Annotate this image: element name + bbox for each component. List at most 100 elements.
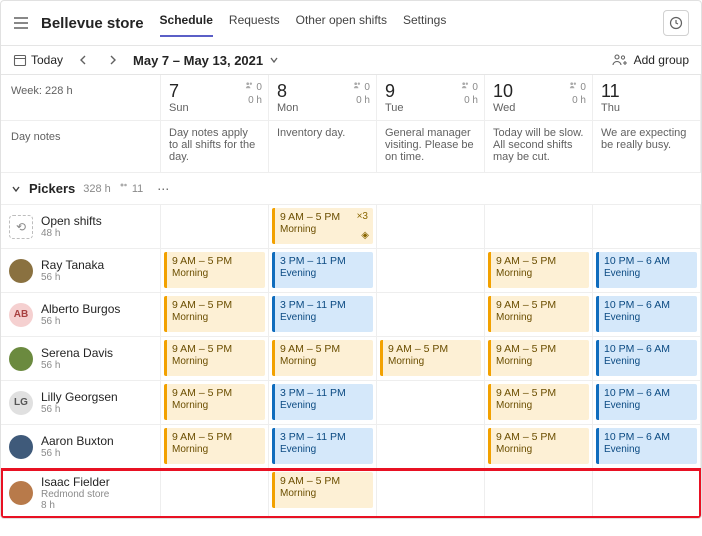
shift-evening[interactable]: 3 PM – 11 PM Evening [272, 384, 373, 420]
daynote-cell[interactable]: Today will be slow. All second shifts ma… [485, 121, 593, 173]
clock-button[interactable] [663, 10, 689, 36]
tab-other-open-shifts[interactable]: Other open shifts [296, 9, 387, 37]
person-cell[interactable]: LG Lilly Georgsen 56 h [1, 381, 161, 425]
schedule-cell[interactable]: 9 AM – 5 PM Morning [269, 337, 377, 381]
shift-evening[interactable]: 10 PM – 6 AM Evening [596, 296, 697, 332]
schedule-grid: Week: 228 h 7 Sun 00 h 8 Mon 00 h 9 Tue … [1, 75, 701, 518]
shift-time: 9 AM – 5 PM [172, 431, 260, 444]
schedule-cell[interactable]: 10 PM – 6 AM Evening [593, 249, 701, 293]
schedule-cell[interactable]: 3 PM – 11 PM Evening [269, 381, 377, 425]
shift-morning[interactable]: 9 AM – 5 PM Morning ×3 ◈ [272, 208, 373, 244]
schedule-cell[interactable] [485, 205, 593, 249]
avatar [9, 347, 33, 371]
shift-morning[interactable]: 9 AM – 5 PM Morning [164, 252, 265, 288]
shift-evening[interactable]: 3 PM – 11 PM Evening [272, 252, 373, 288]
group-header[interactable]: Pickers 328 h 11 ⋯ [1, 173, 701, 205]
person-cell[interactable]: Serena Davis 56 h [1, 337, 161, 381]
schedule-cell[interactable]: 10 PM – 6 AM Evening [593, 337, 701, 381]
person-cell[interactable]: Ray Tanaka 56 h [1, 249, 161, 293]
prev-arrow-icon[interactable] [73, 52, 93, 68]
schedule-cell[interactable]: 9 AM – 5 PM Morning [485, 381, 593, 425]
schedule-cell[interactable]: 10 PM – 6 AM Evening [593, 425, 701, 469]
person-cell[interactable]: AB Alberto Burgos 56 h [1, 293, 161, 337]
schedule-cell[interactable]: 9 AM – 5 PM Morning [269, 469, 377, 518]
person-cell[interactable]: ⟲ Open shifts 48 h [1, 205, 161, 249]
daynote-cell[interactable]: General manager visiting. Please be on t… [377, 121, 485, 173]
add-group-button[interactable]: Add group [612, 53, 689, 67]
hamburger-icon[interactable] [13, 15, 29, 31]
schedule-cell[interactable]: 9 AM – 5 PM Morning [161, 249, 269, 293]
schedule-cell[interactable]: 3 PM – 11 PM Evening [269, 425, 377, 469]
tab-requests[interactable]: Requests [229, 9, 280, 37]
daynote-cell[interactable]: Day notes apply to all shifts for the da… [161, 121, 269, 173]
schedule-cell[interactable]: 9 AM – 5 PM Morning [485, 293, 593, 337]
shift-evening[interactable]: 10 PM – 6 AM Evening [596, 384, 697, 420]
schedule-cell[interactable]: 10 PM – 6 AM Evening [593, 381, 701, 425]
person-cell[interactable]: Aaron Buxton 56 h [1, 425, 161, 469]
schedule-cell[interactable]: 9 AM – 5 PM Morning [161, 425, 269, 469]
schedule-cell[interactable] [377, 293, 485, 337]
schedule-cell[interactable]: 9 AM – 5 PM Morning [161, 293, 269, 337]
daynote-cell[interactable]: We are expecting be really busy. [593, 121, 701, 173]
shift-evening[interactable]: 10 PM – 6 AM Evening [596, 428, 697, 464]
tab-settings[interactable]: Settings [403, 9, 446, 37]
shift-morning[interactable]: 9 AM – 5 PM Morning [380, 340, 481, 376]
shift-time: 3 PM – 11 PM [280, 431, 368, 444]
shift-label: Morning [172, 356, 260, 369]
schedule-cell[interactable] [161, 205, 269, 249]
schedule-cell[interactable]: 3 PM – 11 PM Evening [269, 293, 377, 337]
schedule-cell[interactable]: 9 AM – 5 PM Morning [485, 337, 593, 381]
next-arrow-icon[interactable] [103, 52, 123, 68]
shift-evening[interactable]: 3 PM – 11 PM Evening [272, 428, 373, 464]
shift-evening[interactable]: 10 PM – 6 AM Evening [596, 252, 697, 288]
day-header[interactable]: 7 Sun 00 h [161, 75, 269, 121]
shift-morning[interactable]: 9 AM – 5 PM Morning [164, 340, 265, 376]
tab-schedule[interactable]: Schedule [160, 9, 213, 37]
schedule-cell[interactable]: 10 PM – 6 AM Evening [593, 293, 701, 337]
schedule-cell[interactable] [377, 425, 485, 469]
shift-morning[interactable]: 9 AM – 5 PM Morning [488, 384, 589, 420]
shift-label: Morning [172, 400, 260, 413]
shift-morning[interactable]: 9 AM – 5 PM Morning [164, 428, 265, 464]
avatar [9, 481, 33, 505]
schedule-cell[interactable]: 9 AM – 5 PM Morning [161, 381, 269, 425]
shift-label: Morning [280, 488, 368, 501]
shift-label: Morning [280, 224, 368, 237]
schedule-cell[interactable] [377, 249, 485, 293]
daynote-cell[interactable]: Inventory day. [269, 121, 377, 173]
schedule-cell[interactable]: 9 AM – 5 PM Morning [161, 337, 269, 381]
day-header[interactable]: 11 Thu [593, 75, 701, 121]
schedule-cell[interactable]: 9 AM – 5 PM Morning [485, 249, 593, 293]
schedule-cell[interactable]: 9 AM – 5 PM Morning ×3 ◈ [269, 205, 377, 249]
shift-morning[interactable]: 9 AM – 5 PM Morning [164, 384, 265, 420]
shift-morning[interactable]: 9 AM – 5 PM Morning [488, 340, 589, 376]
schedule-cell[interactable]: 3 PM – 11 PM Evening [269, 249, 377, 293]
shift-morning[interactable]: 9 AM – 5 PM Morning [164, 296, 265, 332]
today-button[interactable]: Today [13, 53, 63, 67]
shift-morning[interactable]: 9 AM – 5 PM Morning [488, 428, 589, 464]
date-range-picker[interactable]: May 7 – May 13, 2021 [133, 53, 279, 68]
shift-evening[interactable]: 10 PM – 6 AM Evening [596, 340, 697, 376]
shift-evening[interactable]: 3 PM – 11 PM Evening [272, 296, 373, 332]
schedule-cell[interactable] [377, 469, 485, 518]
schedule-cell[interactable] [485, 469, 593, 518]
schedule-cell[interactable] [161, 469, 269, 518]
schedule-cell[interactable] [377, 205, 485, 249]
shift-label: Morning [172, 268, 260, 281]
shift-time: 9 AM – 5 PM [496, 343, 584, 356]
person-name: Serena Davis [41, 346, 113, 360]
day-header[interactable]: 9 Tue 00 h [377, 75, 485, 121]
schedule-cell[interactable] [593, 205, 701, 249]
day-header[interactable]: 8 Mon 00 h [269, 75, 377, 121]
person-cell[interactable]: Isaac Fielder Redmond store 8 h [1, 469, 161, 518]
shift-morning[interactable]: 9 AM – 5 PM Morning [488, 252, 589, 288]
schedule-cell[interactable]: 9 AM – 5 PM Morning [377, 337, 485, 381]
shift-morning[interactable]: 9 AM – 5 PM Morning [272, 472, 373, 508]
schedule-cell[interactable]: 9 AM – 5 PM Morning [485, 425, 593, 469]
more-icon[interactable]: ⋯ [151, 182, 175, 196]
day-header[interactable]: 10 Wed 00 h [485, 75, 593, 121]
schedule-cell[interactable] [593, 469, 701, 518]
schedule-cell[interactable] [377, 381, 485, 425]
shift-morning[interactable]: 9 AM – 5 PM Morning [272, 340, 373, 376]
shift-morning[interactable]: 9 AM – 5 PM Morning [488, 296, 589, 332]
